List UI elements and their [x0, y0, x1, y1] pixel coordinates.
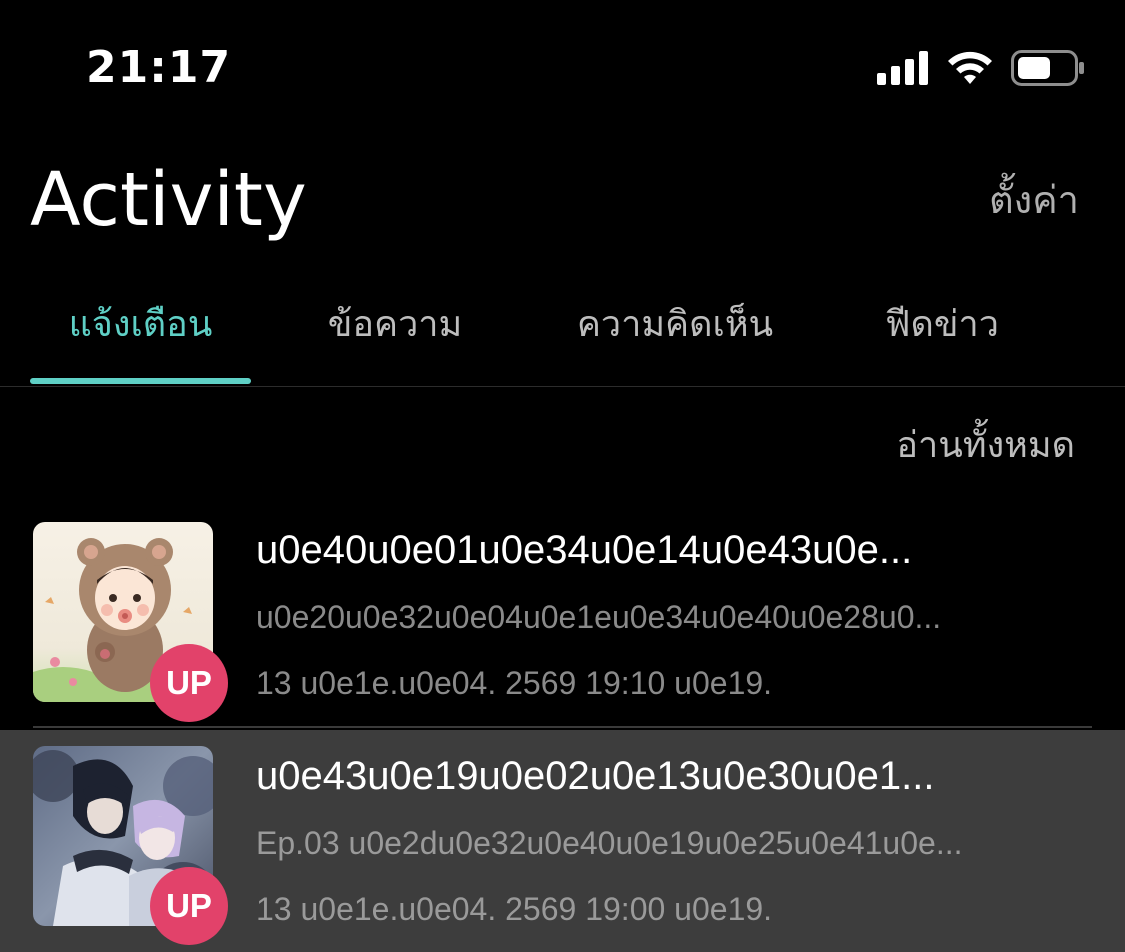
notification-subtitle: Ep.03 u0e2du0e32u0e40u0e19u0e25u0e41u0e.… [256, 825, 963, 861]
notification-time: 13 u0e1e.u0e04. 2569 19:00 u0e19. [256, 891, 773, 927]
settings-button[interactable]: ตั้งค่า [989, 170, 1079, 230]
list-item[interactable]: UP u0e43u0e19u0e02u0e13u0e30u0e1... Ep.0… [0, 730, 1125, 952]
tab-comments[interactable]: ความคิดเห็น [548, 290, 802, 380]
status-bar: 21:17 [0, 0, 1125, 140]
tab-bar: แจ้งเตือน ข้อความ ความคิดเห็น ฟีดข่าว [0, 290, 1125, 387]
notification-subtitle: u0e20u0e32u0e04u0e1eu0e34u0e40u0e28u0... [256, 599, 942, 635]
battery-icon [1011, 50, 1085, 90]
tab-notifications[interactable]: แจ้งเตือน [30, 290, 251, 380]
list-divider [33, 726, 1092, 728]
status-time: 21:17 [86, 42, 232, 93]
notification-title: u0e40u0e01u0e34u0e14u0e43u0e... [256, 528, 913, 572]
tab-news-feed[interactable]: ฟีดข่าว [862, 290, 1022, 380]
list-item[interactable]: UP u0e40u0e01u0e34u0e14u0e43u0e... u0e20… [0, 504, 1125, 728]
tab-messages[interactable]: ข้อความ [300, 290, 490, 380]
page-title: Activity [30, 157, 307, 243]
read-all-button[interactable]: อ่านทั้งหมด [896, 416, 1075, 476]
update-badge: UP [150, 867, 228, 945]
update-badge: UP [150, 644, 228, 722]
notification-time: 13 u0e1e.u0e04. 2569 19:10 u0e19. [256, 665, 773, 701]
notification-title: u0e43u0e19u0e02u0e13u0e30u0e1... [256, 754, 935, 798]
activity-screen: 21:17 Activity ตั้งค่า แจ้งเตือน ข้อความ… [0, 0, 1125, 952]
active-tab-indicator [30, 378, 251, 384]
wifi-icon [947, 51, 993, 89]
cellular-signal-icon [877, 51, 929, 89]
status-icons [877, 50, 1085, 90]
